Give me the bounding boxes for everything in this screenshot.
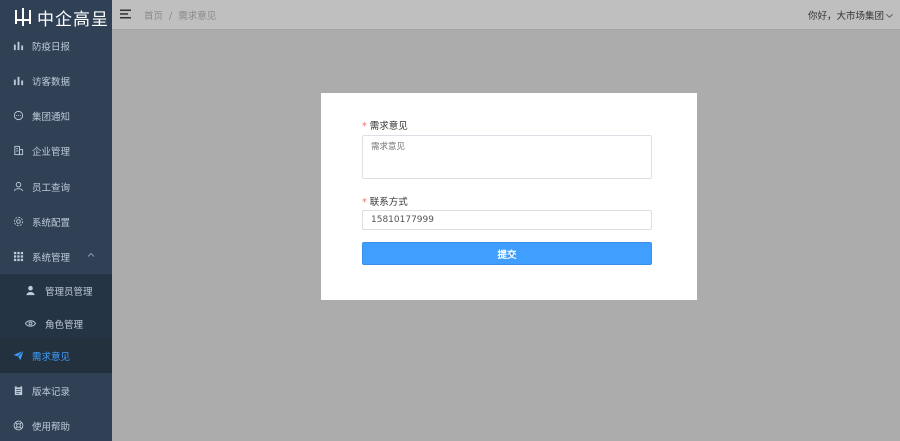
sidebar-item-enterprise[interactable]: 企业管理 — [0, 133, 112, 168]
chevron-up-icon — [87, 252, 95, 257]
sidebar-item-label: 管理员管理 — [45, 286, 93, 298]
sidebar-item-system-config[interactable]: 系统配置 — [0, 204, 112, 239]
feedback-label: * 需求意见 — [362, 121, 408, 132]
sidebar-item-feedback[interactable]: 需求意见 — [0, 338, 112, 373]
sidebar-item-help[interactable]: 使用帮助 — [0, 408, 112, 441]
person-icon — [24, 285, 36, 297]
sidebar-item-label: 系统管理 — [32, 252, 71, 264]
sidebar-item-label: 防疫日报 — [32, 41, 71, 53]
sidebar-item-epidemic-report[interactable]: 防疫日报 — [0, 28, 112, 63]
sidebar-item-label: 集团通知 — [32, 111, 71, 123]
sidebar-item-label: 企业管理 — [32, 146, 71, 158]
bar-chart-icon — [12, 40, 24, 52]
contact-input[interactable]: 15810177999 — [362, 210, 652, 230]
breadcrumb-separator: / — [169, 11, 173, 22]
required-mark: * — [362, 121, 367, 132]
contact-label: * 联系方式 — [362, 197, 408, 208]
sidebar-item-label: 员工查询 — [32, 182, 71, 194]
breadcrumb: 首页 / 需求意见 — [144, 8, 216, 22]
sidebar-item-system-management[interactable]: 系统管理 — [0, 239, 112, 274]
paper-plane-icon — [12, 350, 24, 362]
help-circle-icon — [12, 420, 24, 432]
chat-bubble-icon — [12, 110, 24, 122]
gear-icon — [12, 216, 24, 228]
sidebar-item-role-management[interactable]: 角色管理 — [0, 307, 112, 340]
breadcrumb-home[interactable]: 首页 — [144, 11, 163, 22]
eye-icon — [24, 318, 36, 330]
clipboard-icon — [12, 385, 24, 397]
sidebar: 中企高呈 防疫日报 访客数据 集团通知 企业管理 员工查询 系统配置 系统管理 … — [0, 0, 112, 441]
sidebar-item-label: 需求意见 — [32, 351, 71, 363]
logo-text: 中企高呈 — [37, 9, 109, 30]
user-icon — [12, 181, 24, 193]
sidebar-item-version-history[interactable]: 版本记录 — [0, 373, 112, 408]
sidebar-item-label: 系统配置 — [32, 217, 71, 229]
chevron-down-icon — [886, 13, 893, 18]
feedback-dialog: *需求意见 *联系方式 15810177999 提交 — [321, 93, 697, 300]
sidebar-item-label: 角色管理 — [45, 319, 84, 331]
sidebar-item-visitor-data[interactable]: 访客数据 — [0, 63, 112, 98]
top-header: 首页 / 需求意见 你好，大市场集团 — [112, 0, 900, 30]
sidebar-item-admin-management[interactable]: 管理员管理 — [0, 274, 112, 307]
submit-button[interactable]: 提交 — [362, 242, 652, 265]
sidebar-item-group-notice[interactable]: 集团通知 — [0, 98, 112, 133]
sidebar-item-employee-query[interactable]: 员工查询 — [0, 169, 112, 204]
user-greeting: 你好，大市场集团 — [807, 11, 884, 22]
logo-mark-icon — [15, 8, 31, 26]
bar-chart-icon — [12, 75, 24, 87]
hamburger-menu-icon[interactable] — [120, 9, 131, 19]
breadcrumb-current: 需求意见 — [178, 11, 217, 22]
building-icon — [12, 145, 24, 157]
sidebar-item-label: 版本记录 — [32, 386, 71, 398]
grid-icon — [12, 251, 24, 263]
sidebar-item-label: 使用帮助 — [32, 421, 71, 433]
sidebar-item-label: 访客数据 — [32, 76, 71, 88]
feedback-textarea[interactable] — [362, 135, 652, 179]
required-mark: * — [362, 197, 367, 208]
user-menu[interactable]: 你好，大市场集团 — [808, 8, 894, 22]
